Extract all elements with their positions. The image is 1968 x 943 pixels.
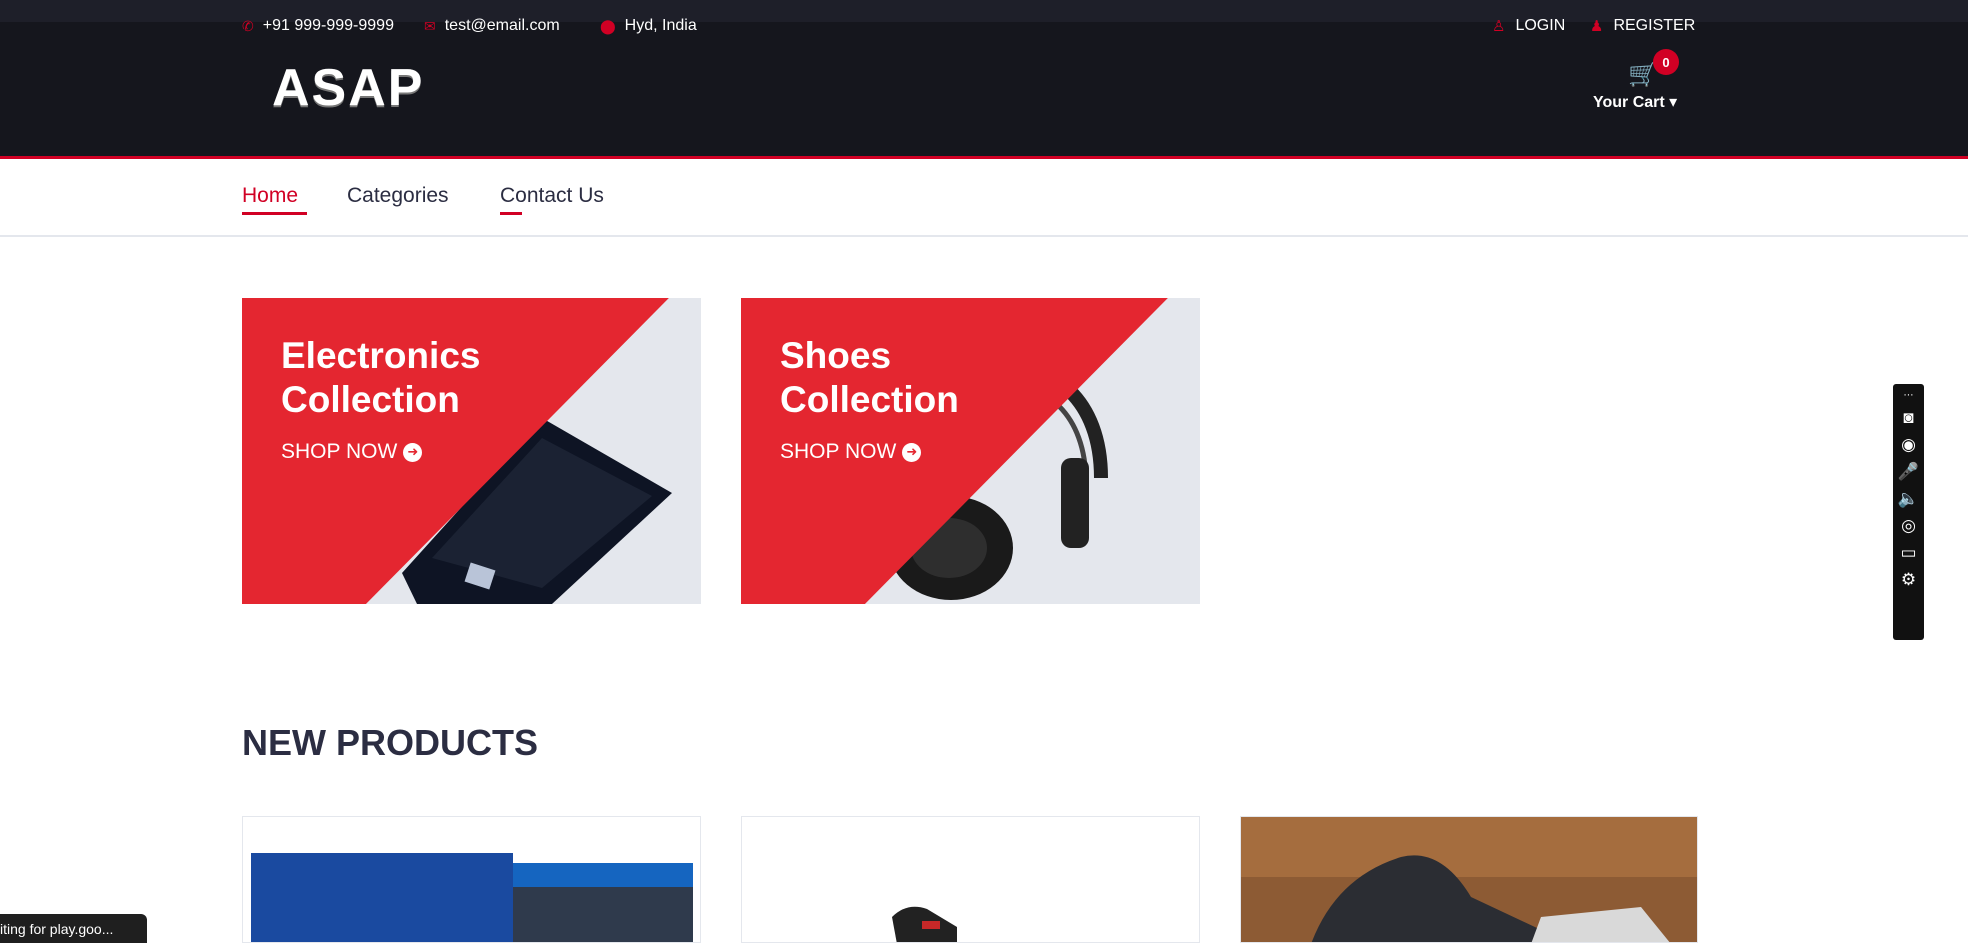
arrow-circle-right-icon: ➜ [902, 442, 922, 462]
pin-icon[interactable]: ⋯ [1904, 390, 1914, 401]
user-plus-icon: ♟ [1590, 18, 1604, 35]
map-pin-icon: ⬤ [600, 18, 616, 34]
phone-icon: ✆ [242, 18, 254, 34]
product-card[interactable] [242, 816, 701, 943]
shop-now-link[interactable]: SHOP NOW ➜ [281, 440, 423, 464]
logo[interactable]: ASAP [272, 58, 424, 118]
nav-home-underline [242, 212, 307, 215]
running-shoe-product-image [1241, 817, 1697, 942]
main-nav: Home Categories Contact Us [0, 159, 1968, 237]
email-text: test@email.com [444, 17, 560, 34]
product-card[interactable] [741, 816, 1200, 943]
nav-home[interactable]: Home [242, 184, 298, 208]
browser-status-bar: iting for play.goo... [0, 914, 147, 943]
screen-icon[interactable]: ▭ [1900, 543, 1916, 563]
electronics-collection-card[interactable]: Electronics Collection SHOP NOW ➜ [242, 298, 701, 604]
webcam-icon[interactable]: ◎ [1901, 516, 1916, 536]
page: ✆ +91 999-999-9999 ✉ test@email.com ⬤ Hy… [0, 0, 1968, 943]
phone-text: +91 999-999-9999 [262, 17, 394, 34]
collection-title: Electronics Collection [281, 335, 481, 420]
email-icon: ✉ [424, 18, 436, 34]
register-link[interactable]: ♟ REGISTER [1590, 17, 1695, 35]
collection-title: Shoes Collection [780, 335, 959, 420]
arrow-circle-right-icon: ➜ [403, 442, 423, 462]
recorder-toolbar: ⋯ ◙ ◉ 🎤 🔈 ◎ ▭ ⚙ [1893, 384, 1924, 640]
sneaker-product-image [892, 906, 957, 942]
register-label: REGISTER [1613, 17, 1696, 34]
gear-icon[interactable]: ⚙ [1901, 570, 1916, 590]
camera-icon[interactable]: ◙ [1903, 408, 1913, 428]
microphone-icon[interactable]: 🎤 [1898, 462, 1919, 482]
shop-now-link[interactable]: SHOP NOW ➜ [780, 440, 922, 464]
cart-count-badge: 0 [1653, 49, 1679, 75]
nav-categories[interactable]: Categories [347, 184, 449, 208]
location-text: Hyd, India [624, 17, 697, 34]
new-products-heading: NEW PRODUCTS [242, 722, 538, 763]
ps4-product-image [251, 853, 693, 942]
speaker-icon[interactable]: 🔈 [1898, 489, 1919, 509]
nav-contact-underline [500, 212, 522, 215]
site-header: ✆ +91 999-999-9999 ✉ test@email.com ⬤ Hy… [0, 0, 1968, 159]
record-icon[interactable]: ◉ [1901, 435, 1916, 455]
user-icon: ♙ [1492, 18, 1506, 35]
cart-dropdown[interactable]: 🛒 0 Your Cart ▾ [1586, 49, 1696, 118]
product-card[interactable] [1240, 816, 1698, 943]
cart-label: Your Cart ▾ [1593, 94, 1678, 111]
location-contact[interactable]: ⬤ Hyd, India [600, 17, 697, 35]
shoes-collection-card[interactable]: Shoes Collection SHOP NOW ➜ [741, 298, 1200, 604]
phone-contact[interactable]: ✆ +91 999-999-9999 [242, 17, 394, 35]
nav-contact-us[interactable]: Contact Us [500, 184, 604, 208]
login-link[interactable]: ♙ LOGIN [1492, 17, 1565, 35]
email-contact[interactable]: ✉ test@email.com [424, 17, 560, 35]
login-label: LOGIN [1515, 17, 1566, 34]
